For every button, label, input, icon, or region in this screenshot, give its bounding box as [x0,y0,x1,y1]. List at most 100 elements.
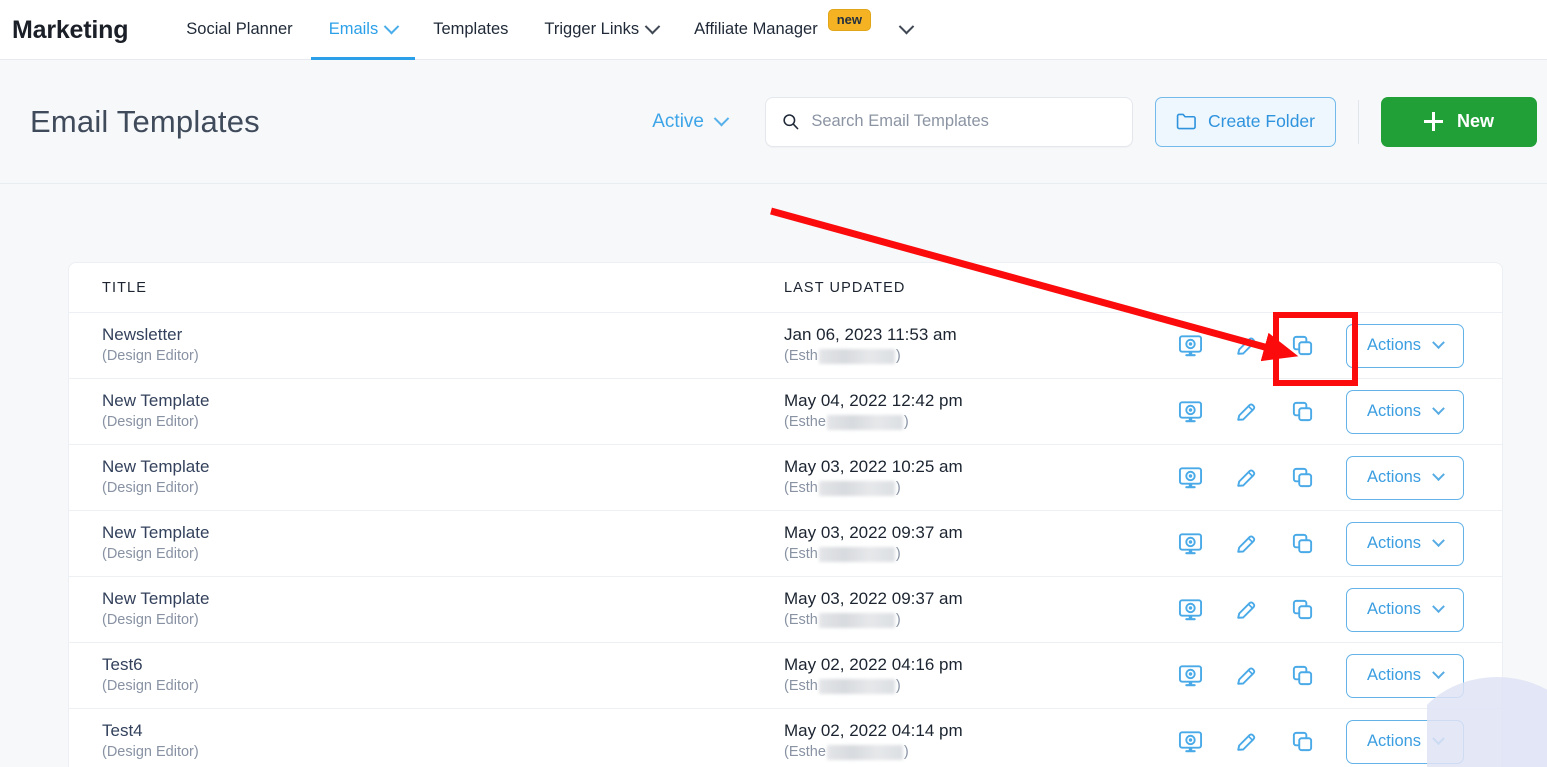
cell-title: New Template (Design Editor) [69,390,784,434]
last-updated-author: (Esth) [784,610,1141,631]
actions-label: Actions [1367,468,1421,487]
edit-icon [1234,334,1258,358]
preview-button[interactable] [1162,456,1218,500]
preview-icon [1178,598,1203,622]
chevron-down-icon [645,19,661,35]
cell-title: Test6 (Design Editor) [69,654,784,698]
template-editor-type: (Design Editor) [102,676,784,697]
nav-item-trigger-links[interactable]: Trigger Links [526,0,676,60]
actions-label: Actions [1367,666,1421,685]
preview-button[interactable] [1162,654,1218,698]
status-filter-dropdown[interactable]: Active [652,111,727,133]
edit-button[interactable] [1218,720,1274,764]
template-title: Test4 [102,720,784,743]
template-editor-type: (Design Editor) [102,478,784,499]
table-row[interactable]: Test4 (Design Editor) May 02, 2022 04:14… [69,709,1502,767]
plus-icon [1424,112,1443,131]
actions-dropdown-button[interactable]: Actions [1346,522,1464,566]
duplicate-button[interactable] [1274,588,1330,632]
cell-actions: Actions [1162,456,1502,500]
actions-dropdown-button[interactable]: Actions [1346,390,1464,434]
page-root: Marketing Social Planner Emails Template… [0,0,1547,767]
preview-button[interactable] [1162,390,1218,434]
actions-dropdown-button[interactable]: Actions [1346,324,1464,368]
nav-item-emails[interactable]: Emails [311,0,416,60]
last-updated-author: (Esthe) [784,742,1141,763]
nav-items: Social Planner Emails Templates Trigger … [168,0,926,60]
table-row[interactable]: New Template (Design Editor) May 03, 202… [69,511,1502,577]
template-title: Test6 [102,654,784,677]
table-row[interactable]: Test6 (Design Editor) May 02, 2022 04:16… [69,643,1502,709]
cell-last-updated: May 02, 2022 04:16 pm (Esth) [784,654,1141,698]
author-suffix: ) [896,478,901,499]
table-row[interactable]: New Template (Design Editor) May 03, 202… [69,577,1502,643]
nav-item-templates[interactable]: Templates [415,0,526,60]
edit-icon [1234,466,1258,490]
app-brand-title: Marketing [12,0,128,60]
decorative-blob-clip [1427,677,1547,767]
preview-button[interactable] [1162,588,1218,632]
preview-button[interactable] [1162,522,1218,566]
nav-item-label: Affiliate Manager [694,20,818,39]
edit-button[interactable] [1218,522,1274,566]
duplicate-button[interactable] [1274,390,1330,434]
cell-title: Test4 (Design Editor) [69,720,784,764]
last-updated-author: (Esthe) [784,412,1141,433]
edit-button[interactable] [1218,588,1274,632]
author-prefix: (Esth [784,676,818,697]
nav-item-social-planner[interactable]: Social Planner [168,0,310,60]
search-email-templates[interactable] [765,97,1133,147]
edit-button[interactable] [1218,654,1274,698]
duplicate-button[interactable] [1274,720,1330,764]
nav-item-label: Templates [433,20,508,39]
last-updated-author: (Esth) [784,478,1141,499]
preview-button[interactable] [1162,324,1218,368]
preview-button[interactable] [1162,720,1218,764]
edit-icon [1234,532,1258,556]
preview-icon [1178,334,1203,358]
last-updated-timestamp: May 02, 2022 04:14 pm [784,720,1141,743]
redacted-author [819,679,895,694]
header-divider [1358,100,1359,144]
last-updated-timestamp: May 04, 2022 12:42 pm [784,390,1141,413]
nav-overflow-button[interactable] [887,0,926,60]
edit-button[interactable] [1218,324,1274,368]
actions-dropdown-button[interactable]: Actions [1346,456,1464,500]
author-suffix: ) [896,610,901,631]
edit-button[interactable] [1218,390,1274,434]
nav-item-label: Emails [329,20,379,39]
actions-label: Actions [1367,732,1421,751]
duplicate-button[interactable] [1274,522,1330,566]
chevron-down-icon [899,19,915,35]
folder-icon [1176,112,1197,131]
create-folder-button[interactable]: Create Folder [1155,97,1336,147]
table-row[interactable]: New Template (Design Editor) May 04, 202… [69,379,1502,445]
edit-icon [1234,400,1258,424]
edit-button[interactable] [1218,456,1274,500]
column-header-title: TITLE [69,280,784,296]
duplicate-button[interactable] [1274,456,1330,500]
right-edge-spacer [1503,262,1547,767]
actions-dropdown-button[interactable]: Actions [1346,588,1464,632]
new-template-button[interactable]: New [1381,97,1537,147]
redacted-author [819,349,895,364]
search-input[interactable] [811,112,1116,131]
last-updated-timestamp: May 02, 2022 04:16 pm [784,654,1141,677]
cell-actions: Actions [1162,588,1502,632]
duplicate-button[interactable] [1274,654,1330,698]
actions-label: Actions [1367,336,1421,355]
author-prefix: (Esth [784,544,818,565]
preview-icon [1178,466,1203,490]
redacted-author [819,481,895,496]
last-updated-timestamp: May 03, 2022 09:37 am [784,522,1141,545]
nav-item-label: Social Planner [186,20,292,39]
chevron-down-icon [1432,336,1445,349]
nav-item-affiliate-manager[interactable]: Affiliate Manager new [676,0,887,60]
table-row[interactable]: New Template (Design Editor) May 03, 202… [69,445,1502,511]
author-prefix: (Esth [784,346,818,367]
last-updated-timestamp: Jan 06, 2023 11:53 am [784,324,1141,347]
last-updated-timestamp: May 03, 2022 10:25 am [784,456,1141,479]
search-icon [782,112,799,131]
author-suffix: ) [896,544,901,565]
template-editor-type: (Design Editor) [102,346,784,367]
